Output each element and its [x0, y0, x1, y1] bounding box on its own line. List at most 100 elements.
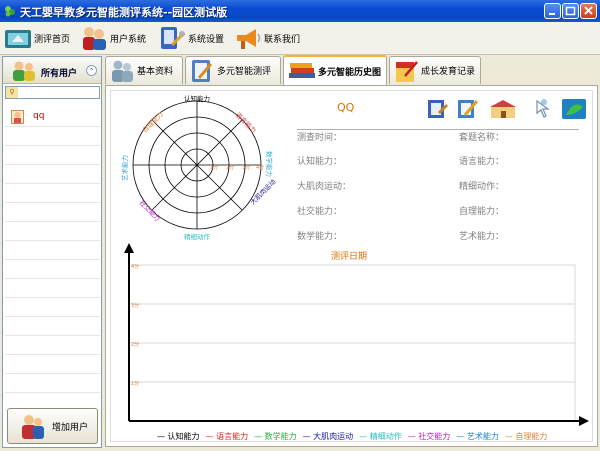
pointer-icon[interactable] [529, 97, 553, 121]
empty-row [5, 336, 100, 355]
clipboard-icon [192, 59, 213, 82]
toolbar: 测评首页 用户系统 系统设置 联系我们 [0, 22, 600, 55]
empty-row [5, 184, 100, 203]
tab-strip: 基本资料 多元智能测评 多元智能历史图 成长发育记录 [105, 55, 598, 86]
legend-item: — 语言能力 [205, 432, 249, 441]
megaphone-icon [237, 29, 261, 49]
legend-item: — 认知能力 [157, 432, 200, 441]
toolbar-users[interactable]: 用户系统 [80, 22, 146, 54]
tab-growth-record-label: 成长发育记录 [421, 67, 476, 77]
legend-item: — 自理能力 [504, 432, 548, 441]
toolbar-settings[interactable]: 系统设置 [158, 22, 224, 54]
radar-label-gross-motor: 大肌肉运动 [248, 177, 277, 207]
tab-history-chart[interactable]: 多元智能历史图 [283, 55, 387, 85]
empty-row [5, 374, 100, 393]
empty-row [5, 146, 100, 165]
radar-label-fine-motor: 精细动作 [184, 232, 211, 241]
history-line-chart: 1分 2分 3分 4分 [124, 243, 589, 426]
history-panel: 认知能力 语言能力 数学能力 大肌肉运动 精细动作 社交能力 艺术能力 自理能力… [105, 85, 598, 447]
child-name: QQ [337, 101, 355, 114]
legend-item: — 大肌肉运动 [302, 432, 354, 441]
radar-label-social: 社交能力 [138, 198, 163, 223]
y-tick-label: 3分 [131, 302, 139, 309]
radar-label-self-care: 自理能力 [140, 110, 165, 135]
self-care-label: 自理能力： [459, 207, 505, 217]
profile-icon [112, 60, 133, 82]
empty-row [5, 298, 100, 317]
test-time-label: 测查时间： [297, 133, 343, 143]
app-icon [5, 6, 15, 17]
tab-assessment-label: 多元智能测评 [217, 67, 272, 77]
chart-y-ticks: 1分 2分 3分 4分 [131, 263, 139, 387]
empty-row [5, 355, 100, 374]
user-list-item[interactable]: qq [5, 108, 100, 127]
radar-tick: 3分 [242, 164, 250, 171]
empty-row [5, 165, 100, 184]
window-title: 天工婴早教多元智能测评系统--园区测试版 [20, 6, 228, 19]
leaf-icon[interactable] [561, 97, 587, 121]
search-icon: ⚲ [6, 87, 18, 98]
legend-item: — 数学能力 [254, 432, 297, 441]
language-label: 语言能力： [459, 157, 505, 167]
legend-item: — 精细动作 [359, 432, 402, 441]
empty-row [5, 222, 100, 241]
chevron-up-icon: ⌃ [88, 67, 95, 75]
add-user-label: 增加用户 [52, 422, 89, 433]
settings-icon [161, 27, 186, 49]
title-bar: 天工婴早教多元智能测评系统--园区测试版 [0, 0, 600, 22]
add-user-icon [22, 415, 44, 439]
group-users-icon [13, 61, 35, 81]
radar-label-math: 数学能力 [265, 151, 274, 177]
cognition-label: 认知能力： [297, 157, 343, 167]
y-axis-arrow [124, 243, 134, 253]
toolbar-home[interactable]: 测评首页 [4, 22, 70, 54]
books-icon [289, 63, 315, 78]
minimize-button[interactable] [544, 3, 561, 19]
collapse-button[interactable]: ⌃ [86, 65, 97, 76]
maximize-button[interactable] [562, 3, 579, 19]
radar-tick: 1分 [210, 164, 218, 171]
add-user-button[interactable]: 增加用户 [7, 408, 98, 444]
empty-row [5, 241, 100, 260]
radar-chart: 认知能力 语言能力 数学能力 大肌肉运动 精细动作 社交能力 艺术能力 自理能力… [120, 94, 277, 241]
social-label: 社交能力： [297, 207, 343, 217]
class-name-label: 套题名称： [459, 133, 505, 143]
close-icon [584, 6, 593, 15]
history-canvas: 认知能力 语言能力 数学能力 大肌肉运动 精细动作 社交能力 艺术能力 自理能力… [110, 90, 593, 442]
toolbar-users-label: 用户系统 [110, 34, 147, 45]
toolbar-home-label: 测评首页 [34, 34, 71, 45]
radar-tick: 4分 [256, 164, 264, 171]
toolbar-contact-label: 联系我们 [264, 34, 301, 45]
gross-motor-label: 大肌肉运动： [297, 182, 352, 192]
school-icon[interactable] [489, 99, 517, 119]
empty-row [5, 279, 100, 298]
empty-row [5, 260, 100, 279]
tab-growth-record[interactable]: 成长发育记录 [389, 56, 481, 84]
user-search-input[interactable]: ⚲ [5, 86, 100, 99]
legend-item: — 艺术能力 [456, 432, 499, 441]
user-name: qq [33, 111, 45, 121]
fine-motor-label: 精细动作： [459, 182, 505, 192]
toolbar-contact[interactable]: 联系我们 [234, 22, 300, 54]
y-tick-label: 2分 [131, 341, 139, 348]
chart-grid [128, 264, 576, 422]
radar-label-cognition: 认知能力 [184, 94, 210, 103]
legend-item: — 社交能力 [407, 432, 451, 441]
y-tick-label: 4分 [131, 263, 139, 270]
edit-icon[interactable] [455, 97, 479, 121]
tab-history-chart-label: 多元智能历史图 [318, 67, 382, 78]
x-axis-arrow [579, 416, 589, 426]
sidebar-title: 所有用户 [41, 69, 78, 79]
tab-basic-info-label: 基本资料 [137, 67, 174, 77]
radar-tick: 2分 [226, 164, 234, 171]
notebook-icon [396, 60, 418, 82]
user-sidebar: 所有用户 ⌃ ⚲ qq 增加用户 [2, 56, 102, 448]
export-icon[interactable] [425, 97, 449, 121]
tab-assessment[interactable]: 多元智能测评 [185, 56, 281, 84]
minimize-icon [549, 13, 555, 15]
home-icon [5, 30, 31, 48]
close-button[interactable] [580, 3, 597, 19]
y-tick-label: 1分 [131, 380, 139, 387]
tab-basic-info[interactable]: 基本资料 [105, 56, 183, 84]
users-icon [83, 27, 106, 50]
